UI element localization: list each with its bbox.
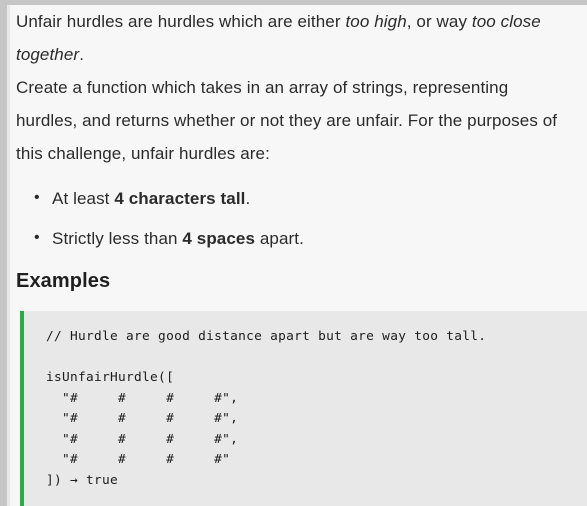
- rule-text-post: .: [245, 189, 251, 208]
- window-left-gutter: [0, 0, 7, 506]
- rule-text-strong: 4 characters tall: [114, 189, 246, 208]
- page-root: Unfair hurdles are hurdles which are eit…: [0, 0, 587, 506]
- description-paragraph: Create a function which takes in an arra…: [16, 78, 558, 163]
- code-block: // Hurdle are good distance apart but ar…: [20, 311, 587, 506]
- code-block-content: // Hurdle are good distance apart but ar…: [46, 329, 487, 488]
- rule-text-post: apart.: [255, 229, 304, 248]
- intro-text-prefix: Unfair hurdles are hurdles which are eit…: [16, 12, 346, 31]
- list-item: Strictly less than 4 spaces apart.: [34, 225, 573, 252]
- intro-paragraph: Unfair hurdles are hurdles which are eit…: [16, 5, 573, 71]
- rule-text-pre: Strictly less than: [52, 229, 183, 248]
- rule-text-strong: 4 spaces: [182, 229, 256, 248]
- document-content: Unfair hurdles are hurdles which are eit…: [10, 5, 587, 506]
- list-item: At least 4 characters tall.: [34, 185, 573, 212]
- intro-emphasis-too-high: too high: [345, 12, 407, 31]
- rule-text-pre: At least: [52, 189, 115, 208]
- content-inner: Unfair hurdles are hurdles which are eit…: [10, 5, 587, 506]
- rules-list: At least 4 characters tall. Strictly les…: [16, 185, 573, 252]
- window-top-band: [0, 0, 587, 5]
- intro-text-suffix: .: [79, 45, 85, 64]
- examples-heading: Examples: [16, 270, 111, 292]
- intro-text-mid: , or way: [406, 12, 472, 31]
